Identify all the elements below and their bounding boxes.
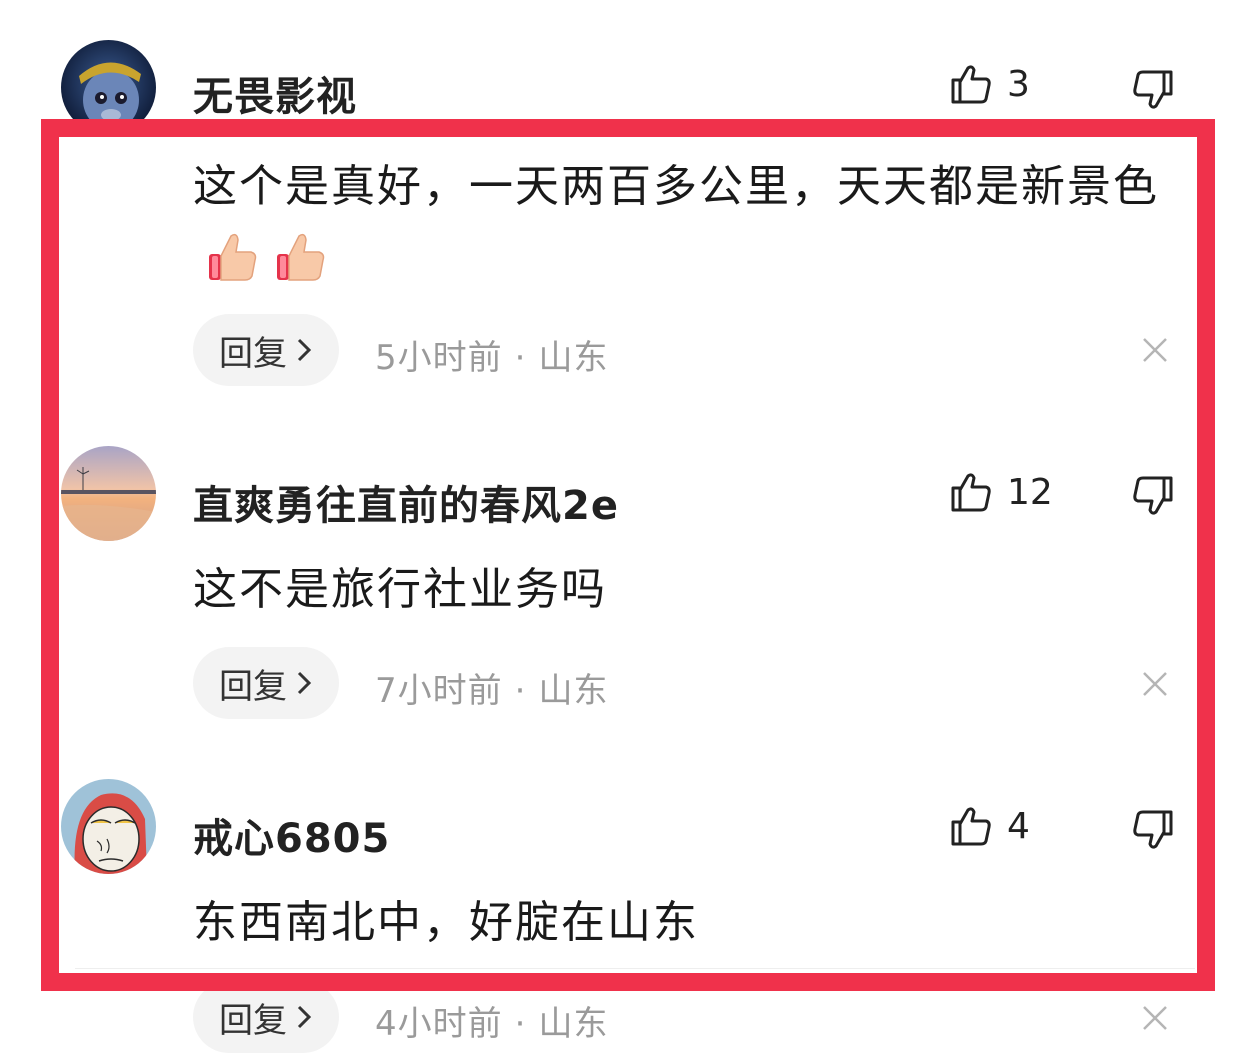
like-button[interactable]: 12 xyxy=(949,470,1053,514)
dislike-button[interactable] xyxy=(1129,472,1175,518)
avatar[interactable] xyxy=(61,40,156,135)
location: 山东 xyxy=(538,671,609,711)
comment-body: 这个是真好，一天两百多公里，天天都是新景色 xyxy=(193,161,1159,212)
thumbs-down-icon xyxy=(1133,70,1173,109)
close-button[interactable] xyxy=(1141,1004,1169,1032)
cartoon-face-avatar-icon xyxy=(61,779,156,874)
close-button[interactable] xyxy=(1141,336,1169,364)
reply-label: 回复 xyxy=(219,1000,287,1041)
monkey-king-avatar-icon xyxy=(61,40,156,135)
thumbs-down-icon xyxy=(1133,810,1173,849)
reply-label: 回复 xyxy=(219,666,287,707)
comment-meta: 5小时前 · 山东 xyxy=(375,330,608,379)
like-button[interactable]: 4 xyxy=(949,804,1030,848)
thumbs-up-icon xyxy=(951,65,991,104)
like-button[interactable]: 3 xyxy=(949,62,1030,106)
dislike-button[interactable] xyxy=(1129,806,1175,852)
close-icon xyxy=(1143,672,1167,696)
close-button[interactable] xyxy=(1141,670,1169,698)
separator: · xyxy=(514,338,527,378)
reply-button[interactable]: 回复 xyxy=(193,647,339,719)
comment-text: 这个是真好，一天两百多公里，天天都是新景色 xyxy=(193,153,1183,289)
divider xyxy=(75,968,1195,969)
avatar[interactable] xyxy=(61,446,156,541)
timestamp: 4小时前 xyxy=(375,1004,503,1044)
username[interactable]: 无畏影视 xyxy=(193,64,357,122)
comment-meta: 4小时前 · 山东 xyxy=(375,996,608,1045)
username[interactable]: 戒心6805 xyxy=(193,806,390,864)
dislike-button[interactable] xyxy=(1129,66,1175,112)
avatar[interactable] xyxy=(61,779,156,874)
thumbs-up-icon xyxy=(951,473,991,512)
comment-text: 东西南北中，好腚在山东 xyxy=(193,897,699,948)
timestamp: 7小时前 xyxy=(375,671,503,711)
reply-button[interactable]: 回复 xyxy=(193,314,339,386)
thumbs-down-icon xyxy=(1133,476,1173,515)
sunset-beach-avatar-icon xyxy=(61,446,156,541)
chevron-right-icon xyxy=(297,338,312,362)
comment-meta: 7小时前 · 山东 xyxy=(375,663,608,712)
reply-label: 回复 xyxy=(219,333,287,374)
thumbs-up-emoji-icon xyxy=(271,228,329,286)
chevron-right-icon xyxy=(297,1005,312,1029)
reply-button[interactable]: 回复 xyxy=(193,981,339,1053)
thumbs-up-icon xyxy=(951,807,991,846)
location: 山东 xyxy=(538,1004,609,1044)
timestamp: 5小时前 xyxy=(375,338,503,378)
close-icon xyxy=(1143,338,1167,362)
thumbs-up-emoji-icon xyxy=(203,228,261,286)
chevron-right-icon xyxy=(297,671,312,695)
close-icon xyxy=(1143,1006,1167,1030)
comment-text: 这不是旅行社业务吗 xyxy=(193,564,607,615)
separator: · xyxy=(514,671,527,711)
location: 山东 xyxy=(538,338,609,378)
like-count: 4 xyxy=(1007,805,1030,847)
separator: · xyxy=(514,1004,527,1044)
like-count: 12 xyxy=(1007,471,1053,513)
username[interactable]: 直爽勇往直前的春风2e xyxy=(193,473,619,531)
like-count: 3 xyxy=(1007,63,1030,105)
